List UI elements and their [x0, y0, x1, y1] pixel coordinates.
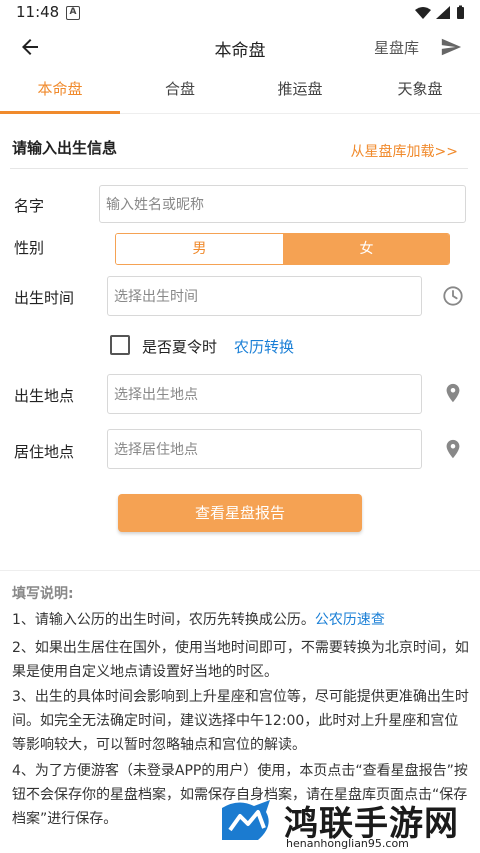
form-section-header: 请输入出生信息 从星盘库加载>> — [0, 135, 480, 169]
tab-synastry[interactable]: 合盘 — [120, 68, 240, 114]
watermark-url: henanhonglian95.com — [286, 837, 409, 850]
notification-icon: A — [66, 6, 80, 20]
tab-progression[interactable]: 推运盘 — [240, 68, 360, 114]
gender-label: 性别 — [14, 239, 45, 257]
birth-time-placeholder: 选择出生时间 — [114, 289, 198, 305]
name-input[interactable]: 输入姓名或昵称 — [99, 185, 466, 223]
send-icon[interactable] — [440, 36, 462, 58]
site-watermark: 鸿联手游网 henanhonglian95.com — [218, 796, 480, 853]
residence-label: 居住地点 — [14, 443, 75, 461]
gender-toggle: 男 女 — [115, 233, 450, 265]
instruction-item: 2、如果出生居住在国外，使用当地时间即可，不需要转换为北京时间，如果是使用自定义… — [12, 640, 469, 680]
lunar-convert-link[interactable]: 农历转换 — [234, 336, 294, 357]
tab-label: 推运盘 — [277, 80, 323, 98]
view-chart-report-button[interactable]: 查看星盘报告 — [118, 494, 362, 532]
instruction-item: 3、出生的具体时间会影响到上升星座和宫位等，尽可能提供更准确出生时间。如完全无法… — [12, 689, 469, 753]
battery-icon — [457, 7, 464, 19]
instructions-title: 填写说明: — [12, 586, 74, 602]
clock-icon[interactable] — [442, 285, 464, 307]
tab-label: 合盘 — [164, 80, 195, 98]
chart-type-tabs: 本命盘 合盘 推运盘 天象盘 — [0, 68, 480, 114]
instruction-item: 1、请输入公历的出生时间，农历先转换成公历。公农历速查 — [12, 608, 470, 632]
calendar-lookup-link[interactable]: 公农历速查 — [315, 612, 385, 628]
residence-input[interactable]: 选择居住地点 — [107, 429, 422, 469]
gender-female-option[interactable]: 女 — [283, 234, 449, 264]
birth-place-input[interactable]: 选择出生地点 — [107, 374, 422, 414]
section-title: 请输入出生信息 — [12, 139, 118, 157]
divider — [10, 168, 468, 169]
tab-natal-chart[interactable]: 本命盘 — [0, 68, 120, 114]
location-pin-icon[interactable] — [442, 382, 464, 404]
location-pin-icon[interactable] — [442, 438, 464, 460]
wifi-icon — [415, 7, 431, 19]
signal-icon — [436, 6, 450, 19]
app-bar: 本命盘 星盘库 — [0, 26, 480, 68]
tab-transit[interactable]: 天象盘 — [360, 68, 480, 114]
system-status-icons — [415, 5, 464, 19]
birth-time-input[interactable]: 选择出生时间 — [107, 276, 422, 316]
residence-placeholder: 选择居住地点 — [114, 442, 198, 458]
birth-place-placeholder: 选择出生地点 — [114, 387, 198, 403]
gender-male-option[interactable]: 男 — [116, 234, 283, 264]
tab-label: 本命盘 — [37, 80, 83, 98]
instruction-text: 1、请输入公历的出生时间，农历先转换成公历。 — [12, 612, 315, 628]
watermark-logo-icon — [222, 800, 270, 840]
birth-place-label: 出生地点 — [14, 387, 75, 405]
status-time: 11:48 — [16, 3, 60, 21]
name-placeholder: 输入姓名或昵称 — [106, 197, 204, 213]
tab-active-indicator — [0, 111, 120, 114]
chart-library-button[interactable]: 星盘库 — [374, 37, 419, 58]
instructions-section: 填写说明: — [0, 570, 480, 602]
tab-label: 天象盘 — [397, 80, 443, 98]
status-bar: 11:48 A — [0, 0, 480, 26]
dst-label: 是否夏令时 — [142, 338, 218, 356]
birth-time-label: 出生时间 — [14, 289, 75, 307]
dst-checkbox[interactable] — [110, 335, 130, 355]
load-from-library-link[interactable]: 从星盘库加载>> — [351, 141, 458, 161]
name-label: 名字 — [14, 197, 45, 215]
